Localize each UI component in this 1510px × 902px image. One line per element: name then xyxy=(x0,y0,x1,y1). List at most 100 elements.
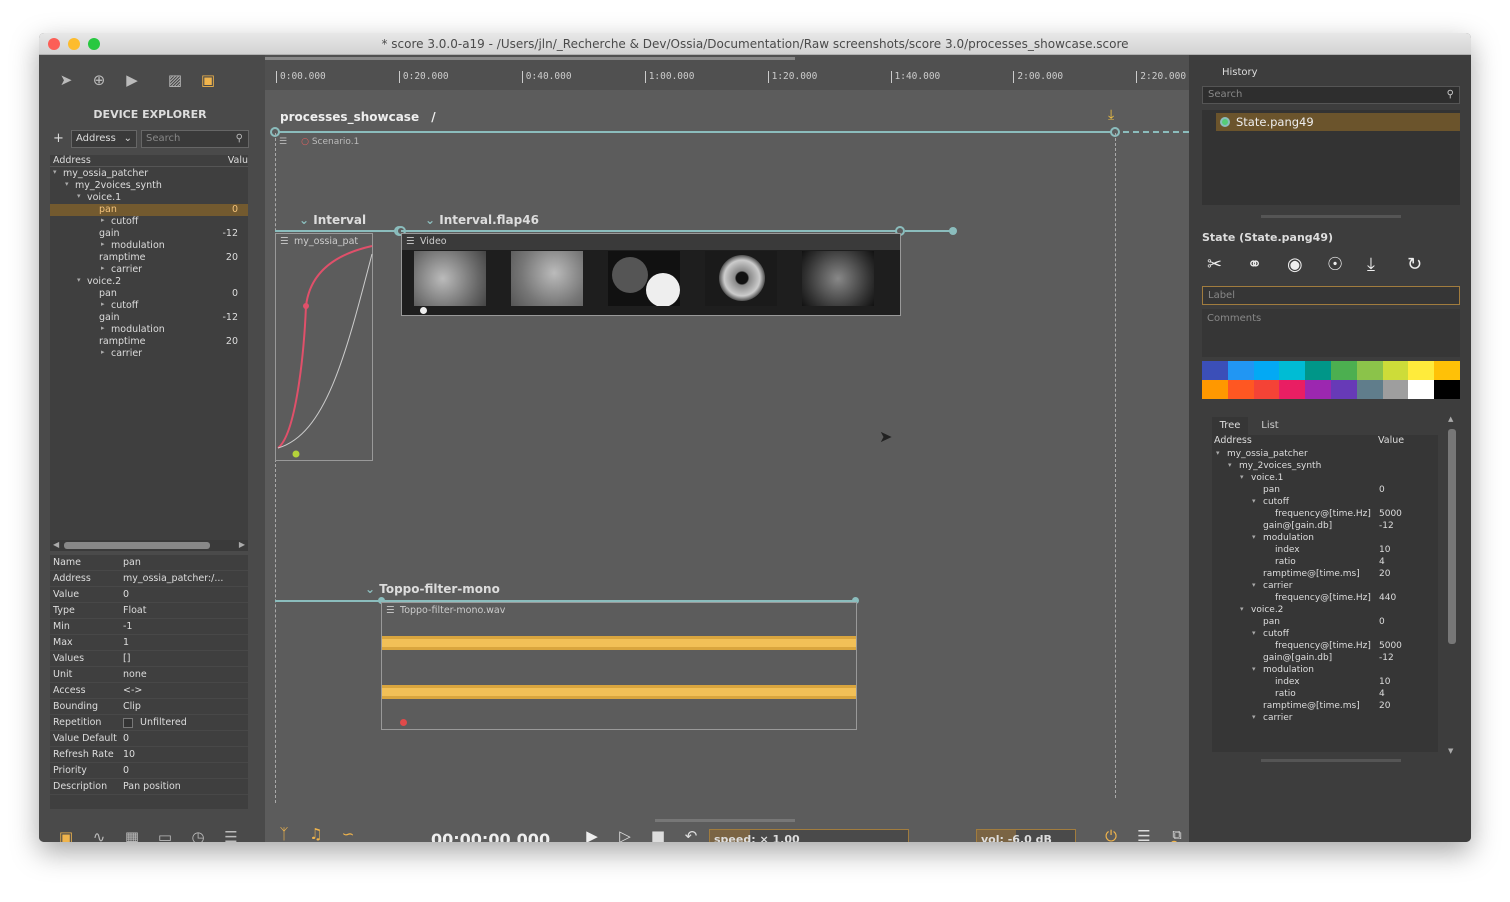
interval-1-title[interactable]: ⌄ Interval xyxy=(299,213,366,227)
color-swatch[interactable] xyxy=(1202,361,1228,380)
inspector-value[interactable]: [] xyxy=(123,653,130,664)
add-device-button[interactable]: + xyxy=(53,130,67,148)
address-filter-select[interactable]: Address ⌄ xyxy=(71,130,137,148)
root-interval-line[interactable] xyxy=(275,131,1115,133)
device-explorer-icon[interactable]: ▣ xyxy=(55,826,77,842)
state-tree-row[interactable]: ▾ cutoff xyxy=(1212,497,1438,509)
hamburger-icon[interactable]: ☰ xyxy=(279,137,287,147)
select-tool-icon[interactable]: ➤ xyxy=(55,69,77,91)
speed-slider[interactable]: speed: × 1.00 xyxy=(709,829,909,842)
label-input[interactable]: Label xyxy=(1202,286,1460,305)
state-tree-row[interactable]: frequency@[time.Hz] 5000 xyxy=(1212,641,1438,653)
state-tree-row[interactable]: ▾ carrier xyxy=(1212,581,1438,593)
tree-caret-icon[interactable]: ▾ xyxy=(1240,473,1244,481)
history-item[interactable]: State.pang49 xyxy=(1216,113,1460,131)
curve-icon[interactable]: ∽ xyxy=(337,823,359,842)
tree-caret-icon[interactable]: ▾ xyxy=(1252,533,1256,541)
color-swatch[interactable] xyxy=(1382,380,1409,399)
inspector-value[interactable]: 0 xyxy=(123,589,129,600)
color-swatch[interactable] xyxy=(1227,361,1254,380)
color-swatch[interactable] xyxy=(1408,380,1435,399)
tree-caret-icon[interactable]: ▾ xyxy=(77,192,81,200)
inspector-value[interactable]: my_ossia_patcher:/... xyxy=(123,573,223,584)
search-icon[interactable]: ⚲ xyxy=(1169,839,1179,842)
device-tree-row[interactable]: gain -12 xyxy=(50,312,248,324)
device-tree-row[interactable]: ▾ my_2voices_synth xyxy=(50,180,248,192)
state-tree-row[interactable]: ▾ voice.1 xyxy=(1212,473,1438,485)
horizontal-scrollbar[interactable]: ◀ ▶ xyxy=(50,540,248,551)
tree-caret-icon[interactable]: ▾ xyxy=(1252,629,1256,637)
interval-2-title[interactable]: ⌄ Interval.flap46 xyxy=(425,213,539,227)
device-tree-row[interactable]: ▾ my_ossia_patcher xyxy=(50,168,248,180)
state-tree-row[interactable]: ▾ modulation xyxy=(1212,665,1438,677)
inspector-value[interactable]: Pan position xyxy=(123,781,181,792)
device-tree-row[interactable]: ▸ cutoff xyxy=(50,300,248,312)
device-tree-row[interactable]: ramptime 20 xyxy=(50,336,248,348)
device-tree-row[interactable]: ▸ modulation xyxy=(50,240,248,252)
inspector-value[interactable]: 10 xyxy=(123,749,135,760)
state-tree-row[interactable]: ▾ carrier xyxy=(1212,713,1438,725)
video-box[interactable]: ☰ Video xyxy=(401,233,901,316)
comments-input[interactable]: Comments xyxy=(1202,309,1460,357)
color-swatch[interactable] xyxy=(1356,361,1383,380)
tree-caret-icon[interactable]: ▾ xyxy=(1252,581,1256,589)
inspector-value[interactable]: none xyxy=(123,669,147,680)
color-swatch[interactable] xyxy=(1279,380,1306,399)
state-tree-row[interactable]: ratio 4 xyxy=(1212,689,1438,701)
volume-slider[interactable]: vol: -6.0 dB xyxy=(976,829,1076,842)
interval-audio-title[interactable]: ⌄ Toppo-filter-mono xyxy=(365,582,500,596)
state-tree-row[interactable]: frequency@[time.Hz] 440 xyxy=(1212,593,1438,605)
tab-list[interactable]: List xyxy=(1252,417,1288,435)
tree-caret-icon[interactable]: ▸ xyxy=(101,300,105,308)
color-swatch[interactable] xyxy=(1434,380,1461,399)
tree-caret-icon[interactable]: ▾ xyxy=(1216,449,1220,457)
play-global-icon[interactable]: ▷ xyxy=(614,825,636,842)
state-tree-row[interactable]: ▾ cutoff xyxy=(1212,629,1438,641)
state-tree-row[interactable]: frequency@[time.Hz] 5000 xyxy=(1212,509,1438,521)
hamburger-icon[interactable]: ☰ xyxy=(386,603,395,619)
history-scrollbar[interactable] xyxy=(1261,215,1401,218)
chevron-down-icon[interactable]: ⌄ xyxy=(365,582,375,596)
lock-icon[interactable]: ▨ xyxy=(164,69,186,91)
scroll-down-icon[interactable]: ▼ xyxy=(1448,747,1453,755)
tree-caret-icon[interactable]: ▾ xyxy=(1252,665,1256,673)
interval-2-line[interactable] xyxy=(401,230,901,232)
inspector-value[interactable]: <-> xyxy=(123,685,142,696)
scrollbar-thumb[interactable] xyxy=(1448,429,1456,644)
sound-port[interactable] xyxy=(400,719,407,726)
inspector-value[interactable]: Clip xyxy=(123,701,141,712)
color-swatch[interactable] xyxy=(1356,380,1383,399)
tree-caret-icon[interactable]: ▾ xyxy=(65,180,69,188)
color-swatch[interactable] xyxy=(1305,380,1332,399)
create-tool-icon[interactable]: ⊕ xyxy=(88,69,110,91)
inspector-value[interactable]: 0 xyxy=(123,765,129,776)
device-tree-row[interactable]: ▸ carrier xyxy=(50,348,248,360)
mixer-icon[interactable]: ☰ xyxy=(1133,825,1155,842)
state-bottom-scrollbar[interactable] xyxy=(1261,759,1401,762)
play-tool-icon[interactable]: ▶ xyxy=(121,69,143,91)
folder-icon[interactable]: ▭ xyxy=(154,826,176,842)
device-tree-row[interactable]: ramptime 20 xyxy=(50,252,248,264)
curve-panel-icon[interactable]: ∿ xyxy=(88,826,110,842)
color-swatch[interactable] xyxy=(1382,361,1409,380)
state-tree-row[interactable]: index 10 xyxy=(1212,677,1438,689)
transport-scrollbar[interactable] xyxy=(655,819,795,822)
tab-tree[interactable]: Tree xyxy=(1212,417,1248,435)
tree-caret-icon[interactable]: ▸ xyxy=(101,216,105,224)
stop-icon[interactable]: ■ xyxy=(647,825,669,842)
chevron-down-icon[interactable]: ⌄ xyxy=(425,213,435,227)
ruler-scrollbar[interactable] xyxy=(265,57,795,60)
inspector-value[interactable]: 0 xyxy=(123,733,129,744)
color-swatch[interactable] xyxy=(1434,361,1461,380)
device-tree-row[interactable]: pan 0 xyxy=(50,288,248,300)
hamburger-icon[interactable]: ☰ xyxy=(406,234,415,250)
scroll-up-icon[interactable]: ▲ xyxy=(1448,415,1453,423)
color-swatch[interactable] xyxy=(1331,361,1357,380)
state-tree-row[interactable]: gain@[gain.db] -12 xyxy=(1212,521,1438,533)
snapshot-icon[interactable]: ☉ xyxy=(1327,254,1343,275)
history-search-input[interactable]: Search ⚲ xyxy=(1202,86,1460,104)
tree-caret-icon[interactable]: ▸ xyxy=(101,264,105,272)
chevron-down-icon[interactable]: ⌄ xyxy=(299,213,309,227)
tree-caret-icon[interactable]: ▾ xyxy=(1228,461,1232,469)
play-icon[interactable]: ▶ xyxy=(581,825,603,842)
